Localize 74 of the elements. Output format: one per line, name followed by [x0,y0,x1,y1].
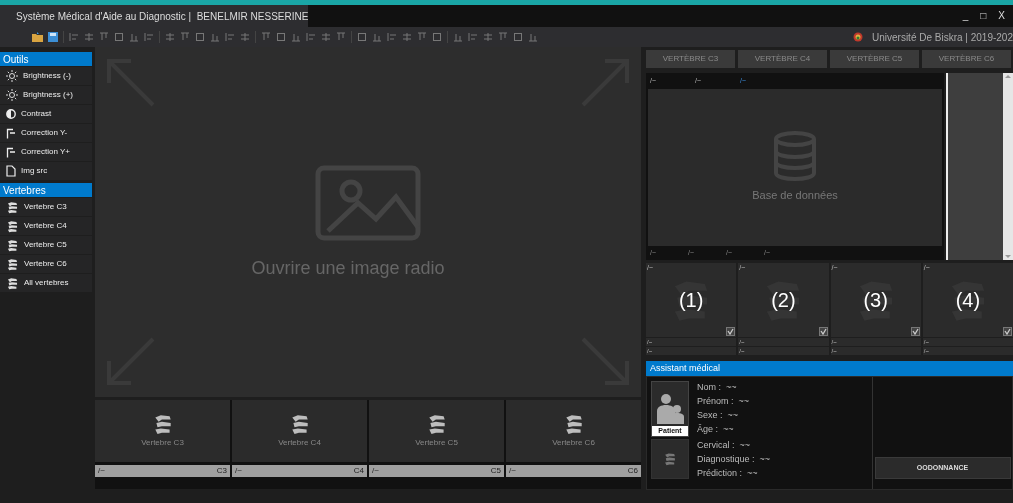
checkbox[interactable] [1003,327,1012,336]
spine-icon [6,257,19,271]
thumbnail-caption: Vertebre C5 [415,437,458,449]
check-icon [819,328,827,335]
sun-icon [6,89,18,101]
sidebar-item[interactable]: Contrast [0,105,92,123]
sidebar-item[interactable]: Vertebre C6 [0,255,92,273]
window-title: Système Médical d'Aide au Diagnostic | BENELMIR NESSERINE [16,9,309,24]
thumbnail-caption: Vertebre C3 [141,437,184,449]
spine-icon [6,238,19,252]
code-label: C4 [353,465,364,477]
university-logo-icon [853,32,863,42]
card-number: (3) [863,287,888,313]
thumbnail-tile[interactable]: Vertebre C3 [95,400,230,462]
diagnosis-field: Prédiction : ~~ [697,467,771,481]
section-header: Vertebres [0,183,92,197]
sidebar-item[interactable]: Correction Y+ [0,143,92,161]
sidebar-item[interactable]: Brightness (+) [0,86,92,104]
thumbnail-caption: Vertebre C4 [278,437,321,449]
path-label: /~ [235,465,242,477]
patient-field: Âge : ~~ [697,423,750,437]
spine-icon [6,219,19,233]
check-icon [911,328,919,335]
path-label: /~ [98,465,105,477]
card-number: (2) [771,287,796,313]
window-control[interactable]: _ [962,11,969,21]
sidebar-item[interactable]: Correction Y- [0,124,92,142]
patient-field: Prénom : ~~ [697,395,750,409]
sun-icon [6,70,18,82]
code-label: C6 [627,465,638,477]
sidebar-item[interactable]: All vertebres [0,274,92,292]
sidebar-item[interactable]: Img src [0,162,92,180]
window-control[interactable]: □ [980,11,987,21]
spine-icon [6,276,19,290]
window-control[interactable]: X [998,11,1005,21]
card-number: (1) [678,287,704,313]
card-number: (4) [955,287,981,313]
checkbox[interactable] [910,327,920,336]
path-label: /~ [509,465,516,477]
contrast-icon [6,109,16,119]
checkbox[interactable] [818,327,828,336]
section-header: Assistant médical [646,361,1013,376]
diagnosis-field: Diagnostique : ~~ [697,453,771,467]
check-icon [727,328,735,335]
sidebar-item[interactable]: Brightness (-) [0,67,92,85]
check-icon [1004,328,1011,335]
patient-field: Sexe : ~~ [697,409,750,423]
patient-field: Nom : ~~ [697,381,750,395]
spine-icon [663,452,677,466]
spine-icon [6,200,19,214]
viewer-placeholder: Ouvrire une image radio [251,256,445,280]
gamma-icon [6,127,16,139]
thumbnail-tile[interactable]: Vertebre C4 [232,400,367,462]
sidebar-item[interactable]: Vertebre C3 [0,198,92,216]
thumbnail-caption: Vertebre C6 [552,437,595,449]
sidebar-item[interactable]: Vertebre C4 [0,217,92,235]
thumbnail-tile[interactable]: Vertebre C5 [369,400,504,462]
diagnosis-field: Cervical : ~~ [697,439,771,453]
scrollbar[interactable] [1003,73,1013,260]
database-label: Base de données [752,188,838,204]
folder-icon[interactable] [32,32,43,42]
path-label: /~ [372,465,379,477]
university-label: Université De Biskra | 2019-202 [872,30,1013,45]
checkbox[interactable] [726,327,736,336]
code-label: C3 [216,465,227,477]
database-icon [772,131,818,182]
thumbnail-tile[interactable]: Vertebre C6 [506,400,641,462]
patient-icon [655,391,685,426]
file-icon [6,165,16,177]
sidebar-item[interactable]: Vertebre C5 [0,236,92,254]
save-icon[interactable] [48,32,58,42]
section-header: Outils [0,52,92,66]
gamma-icon [6,146,16,158]
code-label: C5 [490,465,501,477]
